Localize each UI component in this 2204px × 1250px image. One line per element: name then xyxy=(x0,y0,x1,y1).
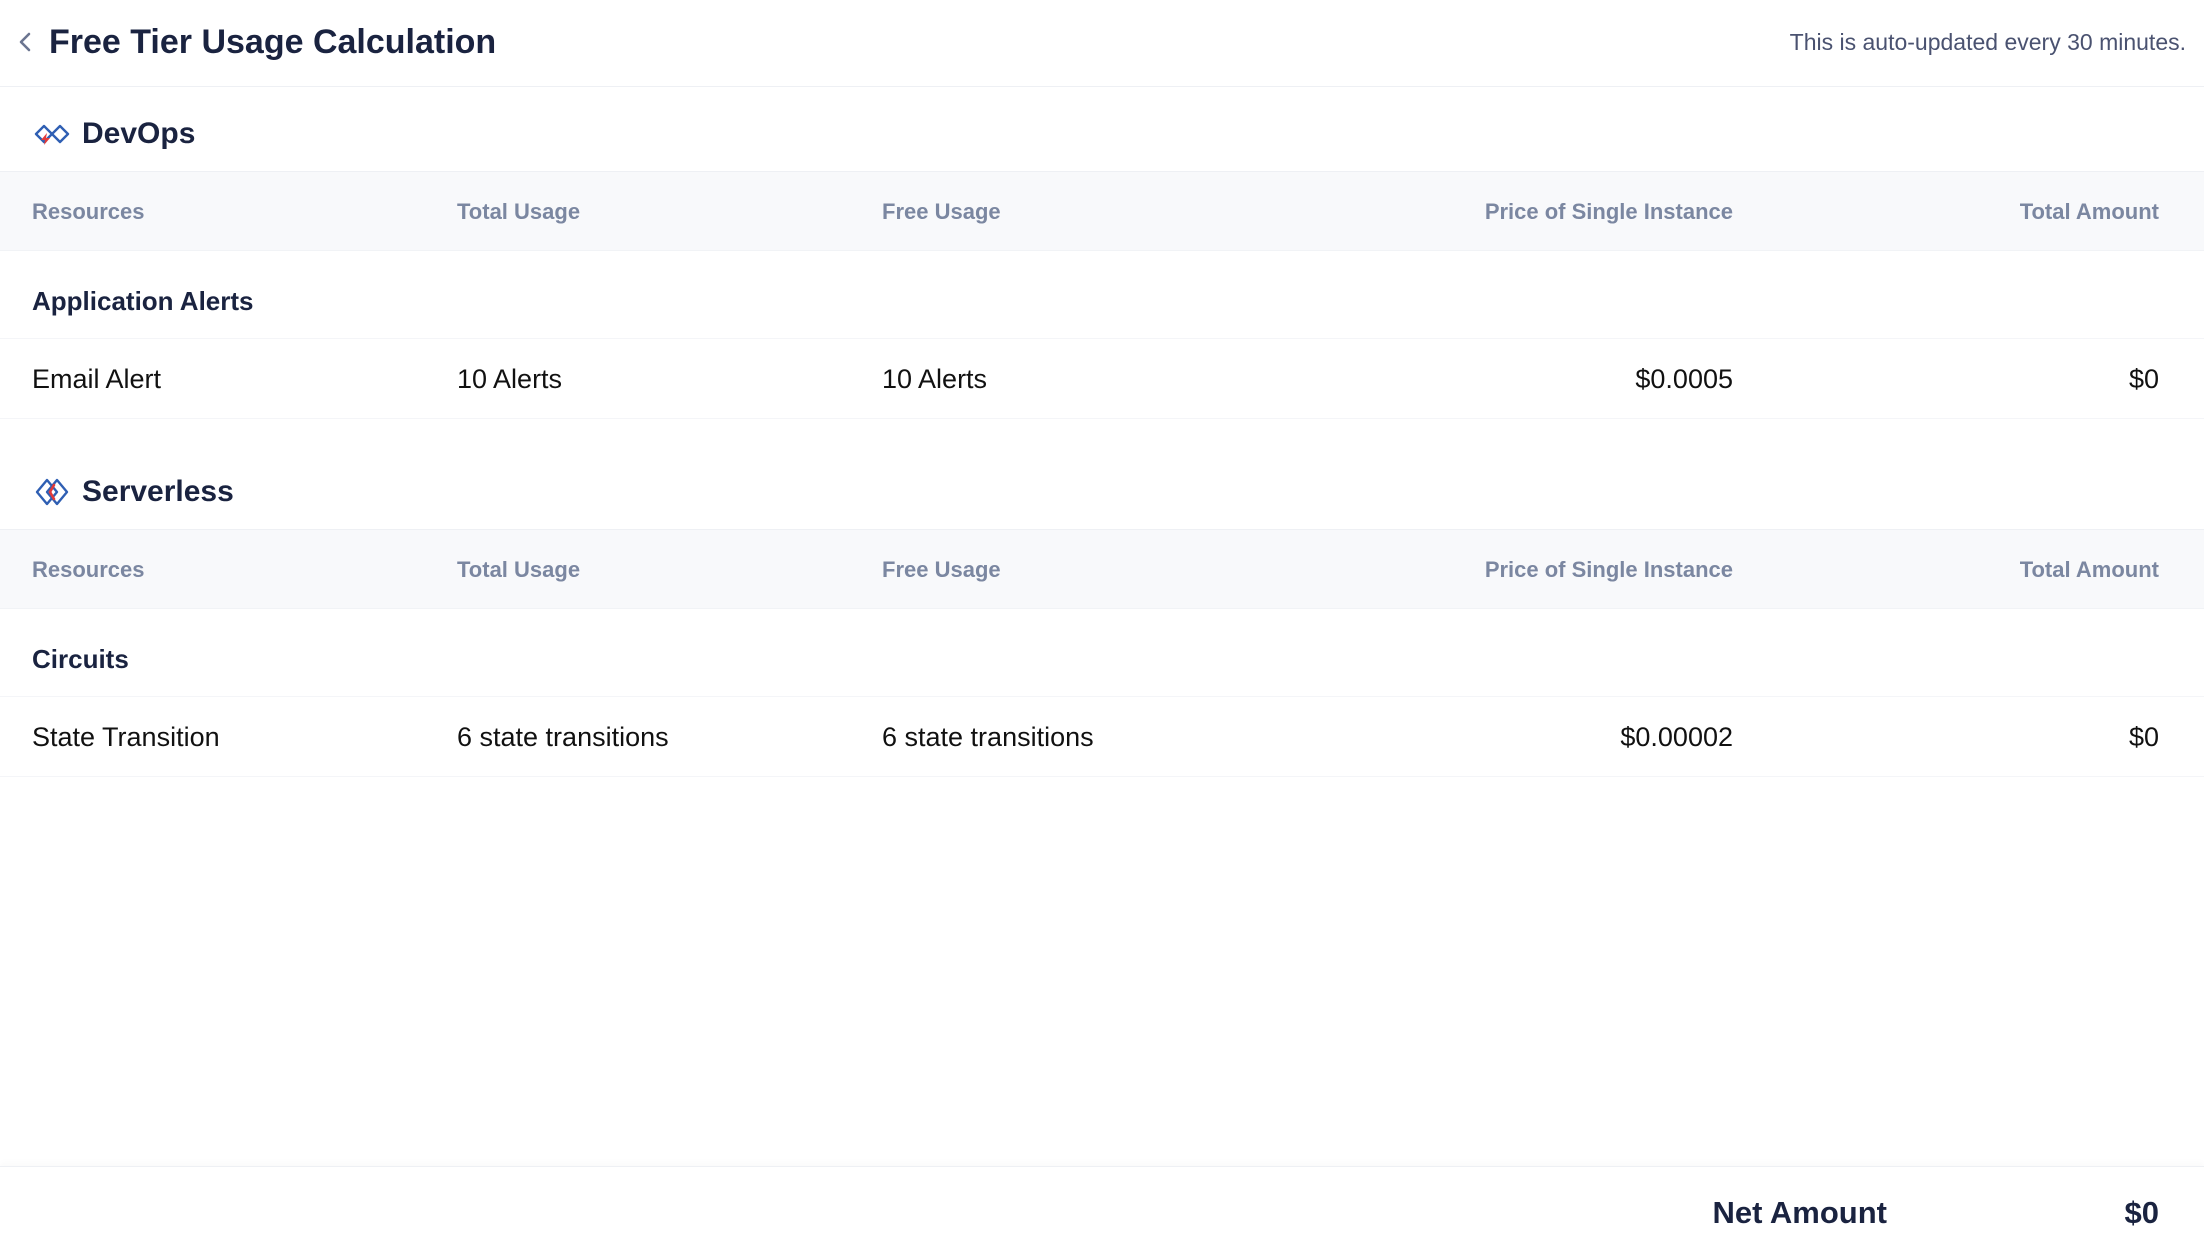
table-header-serverless: Resources Total Usage Free Usage Price o… xyxy=(0,529,2204,609)
cell-amount: $0 xyxy=(2128,722,2159,752)
net-amount-value: $0 xyxy=(2124,1195,2159,1230)
devops-icon xyxy=(32,114,72,154)
serverless-icon xyxy=(32,472,72,512)
column-header-free-usage: Free Usage xyxy=(882,557,1001,582)
column-header-price: Price of Single Instance xyxy=(1484,199,1733,224)
column-header-total-usage: Total Usage xyxy=(457,557,581,582)
group-row: Application Alerts xyxy=(0,263,2204,339)
cell-price: $0.00002 xyxy=(1620,722,1733,752)
table-row: State Transition 6 state transitions 6 s… xyxy=(0,697,2204,777)
auto-update-note: This is auto-updated every 30 minutes. xyxy=(1789,29,2186,55)
module-title-devops: DevOps xyxy=(32,114,195,154)
chevron-left-icon xyxy=(19,32,31,52)
cell-free-usage: 10 Alerts xyxy=(882,364,988,394)
module-title-serverless: Serverless xyxy=(32,472,234,512)
column-header-free-usage: Free Usage xyxy=(882,199,1001,224)
module-name: Serverless xyxy=(82,475,234,508)
cell-price: $0.0005 xyxy=(1635,364,1733,394)
group-label: Circuits xyxy=(32,644,129,674)
column-header-total-amount: Total Amount xyxy=(2019,557,2159,582)
cell-free-usage: 6 state transitions xyxy=(882,722,1094,752)
cell-amount: $0 xyxy=(2128,364,2159,394)
column-header-total-usage: Total Usage xyxy=(457,199,581,224)
column-header-total-amount: Total Amount xyxy=(2019,199,2159,224)
free-tier-usage-page: Free Tier Usage Calculation This is auto… xyxy=(0,0,2204,1250)
cell-resource: State Transition xyxy=(32,722,220,752)
page-header: Free Tier Usage Calculation This is auto… xyxy=(0,0,2204,87)
table-header-devops: Resources Total Usage Free Usage Price o… xyxy=(0,171,2204,251)
column-header-resources: Resources xyxy=(32,557,145,582)
cell-resource: Email Alert xyxy=(32,364,162,394)
group-label: Application Alerts xyxy=(32,286,254,316)
back-button[interactable] xyxy=(14,28,36,56)
cell-total-usage: 10 Alerts xyxy=(457,364,563,394)
net-amount-footer: Net Amount $0 xyxy=(0,1166,2204,1250)
column-header-price: Price of Single Instance xyxy=(1484,557,1733,582)
net-amount-label: Net Amount xyxy=(1712,1195,1888,1230)
group-row: Circuits xyxy=(0,621,2204,697)
table-row: Email Alert 10 Alerts 10 Alerts $0.0005 … xyxy=(0,339,2204,419)
module-name: DevOps xyxy=(82,117,196,150)
cell-total-usage: 6 state transitions xyxy=(457,722,669,752)
page-title: Free Tier Usage Calculation xyxy=(49,23,497,61)
column-header-resources: Resources xyxy=(32,199,145,224)
